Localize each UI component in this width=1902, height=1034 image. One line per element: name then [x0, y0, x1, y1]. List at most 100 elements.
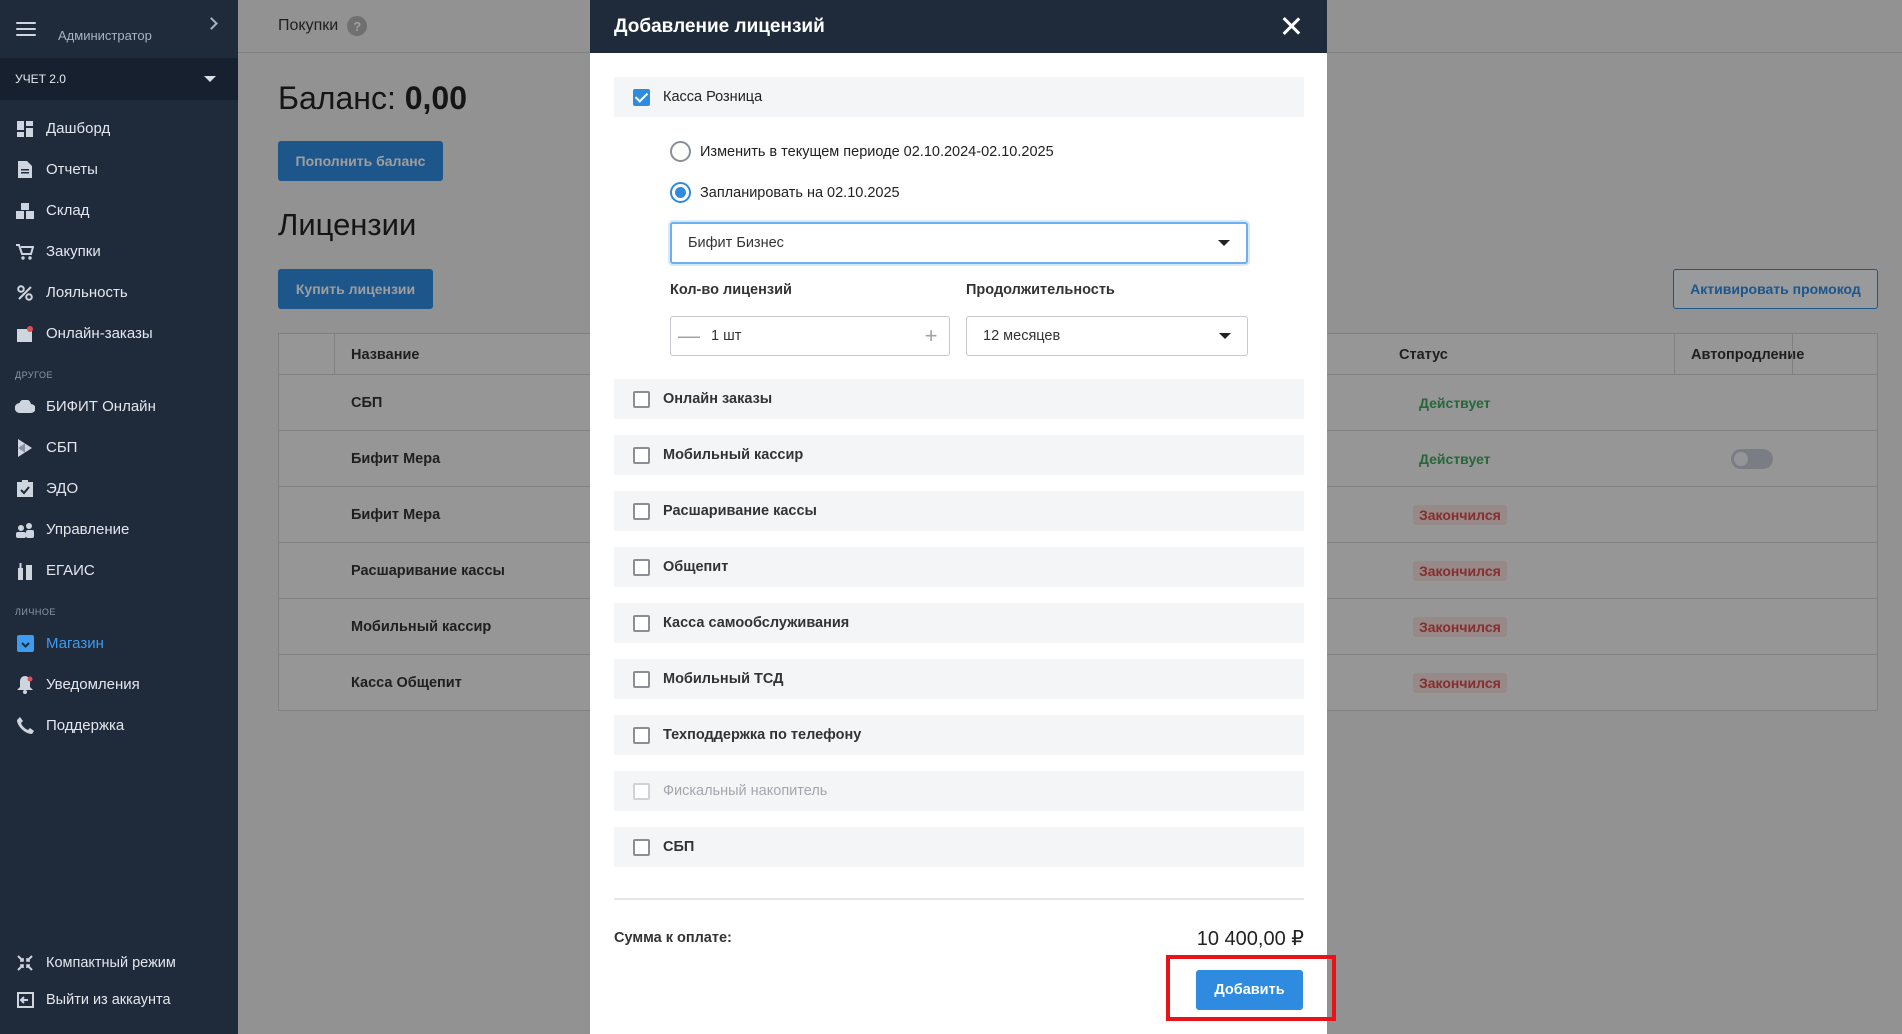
sidebar-item-label: Компактный режим: [46, 954, 176, 971]
caret-down-icon: [204, 76, 216, 82]
checkbox[interactable]: [633, 614, 650, 632]
sidebar-item-label: Закупки: [46, 243, 101, 260]
plus-icon[interactable]: +: [913, 317, 949, 355]
cloud-icon: [15, 397, 35, 417]
option-mobile-cashier[interactable]: Мобильный кассир: [614, 435, 1304, 475]
edo-icon: [15, 479, 35, 499]
sidebar-bottom: Компактный режим Выйти из аккаунта: [0, 944, 238, 1018]
option-label: Касса самообслуживания: [663, 615, 850, 631]
sidebar-item-notifications[interactable]: Уведомления: [0, 664, 238, 705]
checkbox[interactable]: [633, 502, 650, 520]
org-selector[interactable]: УЧЕТ 2.0: [0, 58, 238, 100]
sidebar-item-sbp[interactable]: СБП: [0, 427, 238, 468]
radio-label: Изменить в текущем периоде 02.10.2024-02…: [700, 143, 1054, 160]
sidebar-item-egais[interactable]: ЕГАИС: [0, 550, 238, 591]
close-icon[interactable]: [1281, 16, 1301, 36]
org-name: УЧЕТ 2.0: [15, 72, 66, 86]
duration-select[interactable]: 12 месяцев: [966, 316, 1248, 356]
checkbox[interactable]: [633, 446, 650, 464]
divider: [614, 898, 1304, 900]
option-mobile-tsd[interactable]: Мобильный ТСД: [614, 659, 1304, 699]
sidebar-item-label: Выйти из аккаунта: [46, 991, 171, 1008]
chevron-right-icon[interactable]: [205, 17, 218, 30]
tariff-value: Бифит Бизнес: [688, 235, 784, 251]
sidebar-item-label: БИФИТ Онлайн: [46, 398, 156, 415]
duration-value: 12 месяцев: [983, 328, 1061, 344]
option-kassa-roznitsa[interactable]: Касса Розница: [614, 77, 1304, 117]
qty-label: Кол-во лицензий: [670, 282, 792, 298]
phone-icon: [15, 716, 35, 736]
store-icon: [15, 634, 35, 654]
checkbox[interactable]: [633, 670, 650, 688]
option-phone-support[interactable]: Техподдержка по телефону: [614, 715, 1304, 755]
option-online-orders[interactable]: Онлайн заказы: [614, 379, 1304, 419]
sum-value: 10 400,00 ₽: [1196, 928, 1304, 950]
radio-change-current-period[interactable]: Изменить в текущем периоде 02.10.2024-02…: [670, 141, 1054, 162]
sidebar-item-label: Уведомления: [46, 676, 140, 693]
sidebar-item-label: Лояльность: [46, 284, 128, 301]
sidebar-item-support[interactable]: Поддержка: [0, 705, 238, 746]
checkbox[interactable]: [633, 726, 650, 744]
add-licenses-dialog: Добавление лицензий Касса Розница Измени…: [590, 0, 1327, 1034]
sidebar-item-label: Дашборд: [46, 120, 111, 137]
checkbox: [633, 782, 650, 800]
checkbox[interactable]: [633, 390, 650, 408]
sidebar-item-label: Поддержка: [46, 717, 125, 734]
qty-value[interactable]: 1 шт: [707, 328, 913, 344]
option-self-service[interactable]: Касса самообслуживания: [614, 603, 1304, 643]
sidebar-item-purchases[interactable]: Закупки: [0, 231, 238, 272]
checkbox[interactable]: [633, 558, 650, 576]
sidebar-item-management[interactable]: Управление: [0, 509, 238, 550]
dialog-header: Добавление лицензий: [590, 0, 1327, 53]
caret-down-icon: [1219, 333, 1231, 339]
option-register-sharing[interactable]: Расшаривание кассы: [614, 491, 1304, 531]
sidebar-header: Администратор: [0, 0, 238, 58]
quantity-stepper: — 1 шт +: [670, 316, 950, 356]
document-icon: [15, 160, 35, 180]
radio-label: Запланировать на 02.10.2025: [700, 184, 900, 201]
option-label: Мобильный ТСД: [663, 671, 784, 687]
sidebar-item-online-orders[interactable]: Онлайн-заказы: [0, 313, 238, 354]
radio-button[interactable]: [670, 141, 691, 162]
sum-label: Сумма к оплате:: [614, 930, 732, 946]
sidebar-item-edo[interactable]: ЭДО: [0, 468, 238, 509]
compact-icon: [15, 953, 35, 973]
option-label: Касса Розница: [663, 89, 763, 105]
logout-icon: [15, 990, 35, 1010]
option-fiscal-drive: Фискальный накопитель: [614, 771, 1304, 811]
dashboard-icon: [15, 119, 35, 139]
compact-mode-button[interactable]: Компактный режим: [0, 944, 238, 981]
dialog-title: Добавление лицензий: [614, 15, 825, 37]
option-sbp[interactable]: СБП: [614, 827, 1304, 867]
duration-label: Продолжительность: [966, 282, 1115, 298]
online-orders-icon: [15, 324, 35, 344]
option-catering[interactable]: Общепит: [614, 547, 1304, 587]
sidebar: Администратор УЧЕТ 2.0 Дашборд Отчеты Ск…: [0, 0, 238, 1034]
sidebar-item-reports[interactable]: Отчеты: [0, 149, 238, 190]
sidebar-item-label: Управление: [46, 521, 130, 538]
tariff-select[interactable]: Бифит Бизнес: [670, 222, 1248, 264]
checkbox[interactable]: [633, 838, 650, 856]
option-label: Онлайн заказы: [663, 391, 773, 407]
sidebar-item-dashboard[interactable]: Дашборд: [0, 108, 238, 149]
management-icon: [15, 520, 35, 540]
sidebar-item-loyalty[interactable]: Лояльность: [0, 272, 238, 313]
sidebar-item-store[interactable]: Магазин: [0, 623, 238, 664]
sidebar-item-bifit-online[interactable]: БИФИТ Онлайн: [0, 386, 238, 427]
sidebar-item-warehouse[interactable]: Склад: [0, 190, 238, 231]
logout-button[interactable]: Выйти из аккаунта: [0, 981, 238, 1018]
radio-schedule[interactable]: Запланировать на 02.10.2025: [670, 182, 900, 203]
warehouse-icon: [15, 201, 35, 221]
sbp-icon: [15, 438, 35, 458]
menu-icon[interactable]: [16, 22, 36, 36]
minus-icon[interactable]: —: [671, 317, 707, 355]
sidebar-menu: Дашборд Отчеты Склад Закупки Лояльность: [0, 100, 238, 746]
sidebar-item-label: ЕГАИС: [46, 562, 95, 579]
sidebar-item-label: Отчеты: [46, 161, 98, 178]
sidebar-item-label: Онлайн-заказы: [46, 325, 153, 342]
checkbox[interactable]: [633, 88, 650, 106]
sidebar-item-label: Магазин: [46, 635, 104, 652]
radio-button[interactable]: [670, 182, 691, 203]
option-label: Расшаривание кассы: [663, 503, 817, 519]
option-label: Техподдержка по телефону: [663, 727, 862, 743]
